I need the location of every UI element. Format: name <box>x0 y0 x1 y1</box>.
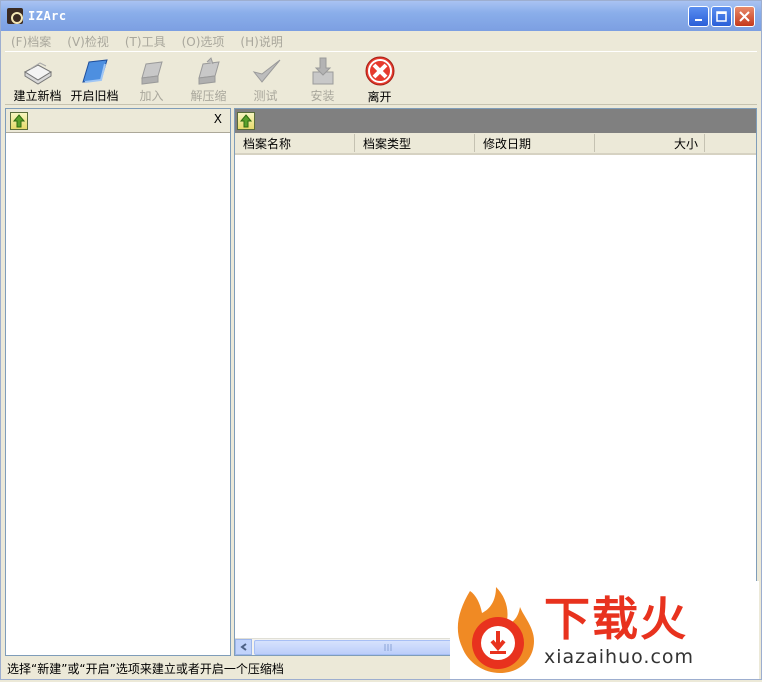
chevron-left-icon <box>239 643 247 651</box>
new-archive-button[interactable]: 建立新档 <box>9 52 66 104</box>
watermark-text: 下载火 xiazaihuo.com <box>544 592 694 668</box>
install-button[interactable]: 安装 <box>294 52 351 104</box>
add-button[interactable]: 加入 <box>123 52 180 104</box>
window-title: IZArc <box>28 9 67 23</box>
window-controls <box>688 6 755 27</box>
up-arrow-icon <box>12 113 26 127</box>
install-icon <box>307 55 339 86</box>
file-list-pane[interactable]: 档案名称 档案类型 修改日期 大小 <box>234 108 757 656</box>
menu-help[interactable]: (H)说明 <box>240 33 282 50</box>
scroll-left-button[interactable] <box>235 639 252 655</box>
menu-view[interactable]: (V)检视 <box>67 33 109 50</box>
path-up-button[interactable] <box>237 112 255 130</box>
column-header-type[interactable]: 档案类型 <box>355 134 475 152</box>
column-header-size[interactable]: 大小 <box>595 134 705 152</box>
test-button[interactable]: 测试 <box>237 52 294 104</box>
watermark-en: xiazaihuo.com <box>544 646 695 668</box>
maximize-icon <box>716 11 727 22</box>
grip-icon <box>384 643 391 651</box>
extract-button[interactable]: 解压缩 <box>180 52 237 104</box>
open-archive-icon <box>79 55 111 86</box>
app-icon[interactable] <box>7 8 23 24</box>
toolbar: 建立新档 开启旧档 加入 解压缩 测试 安装 离开 <box>5 51 757 105</box>
menu-file[interactable]: (F)档案 <box>11 33 51 50</box>
new-archive-label: 建立新档 <box>13 89 62 103</box>
exit-button[interactable]: 离开 <box>351 52 408 104</box>
add-label: 加入 <box>139 89 164 103</box>
column-header-modified[interactable]: 修改日期 <box>475 134 595 152</box>
status-text: 选择“新建”或“开启”选项来建立或者开启一个压缩档 <box>7 661 284 676</box>
menu-tools[interactable]: (T)工具 <box>125 33 166 50</box>
folder-pane-header: X <box>6 109 230 133</box>
column-headers: 档案名称 档案类型 修改日期 大小 <box>235 133 756 155</box>
add-icon <box>136 55 168 86</box>
close-button[interactable] <box>734 6 755 27</box>
folder-up-button[interactable] <box>10 111 28 130</box>
maximize-button[interactable] <box>711 6 732 27</box>
close-icon <box>739 11 750 22</box>
main-window: IZArc (F)档案 (V)检视 (T)工具 (O)选项 (H)说明 建立新档 <box>0 0 762 680</box>
folder-tree-pane[interactable]: X <box>5 108 231 656</box>
folder-pane-close-button[interactable]: X <box>214 112 222 126</box>
exit-label: 离开 <box>367 90 392 104</box>
test-label: 测试 <box>253 89 278 103</box>
menu-bar: (F)档案 (V)检视 (T)工具 (O)选项 (H)说明 <box>5 31 757 51</box>
watermark-logo: 下载火 xiazaihuo.com <box>450 581 759 679</box>
test-icon <box>250 55 282 86</box>
path-bar <box>235 109 756 133</box>
menu-options[interactable]: (O)选项 <box>182 33 225 50</box>
flame-logo-icon <box>450 581 540 679</box>
install-label: 安装 <box>310 89 335 103</box>
watermark-cn: 下载火 <box>544 592 688 646</box>
open-archive-button[interactable]: 开启旧档 <box>66 52 123 104</box>
up-arrow-icon <box>239 114 253 128</box>
open-archive-label: 开启旧档 <box>70 89 119 103</box>
title-bar[interactable]: IZArc <box>1 1 761 31</box>
exit-icon <box>364 55 396 87</box>
minimize-button[interactable] <box>688 6 709 27</box>
minimize-icon <box>694 18 702 21</box>
column-header-name[interactable]: 档案名称 <box>235 134 355 152</box>
extract-icon <box>193 55 225 86</box>
new-archive-icon <box>22 55 54 86</box>
extract-label: 解压缩 <box>190 89 227 103</box>
